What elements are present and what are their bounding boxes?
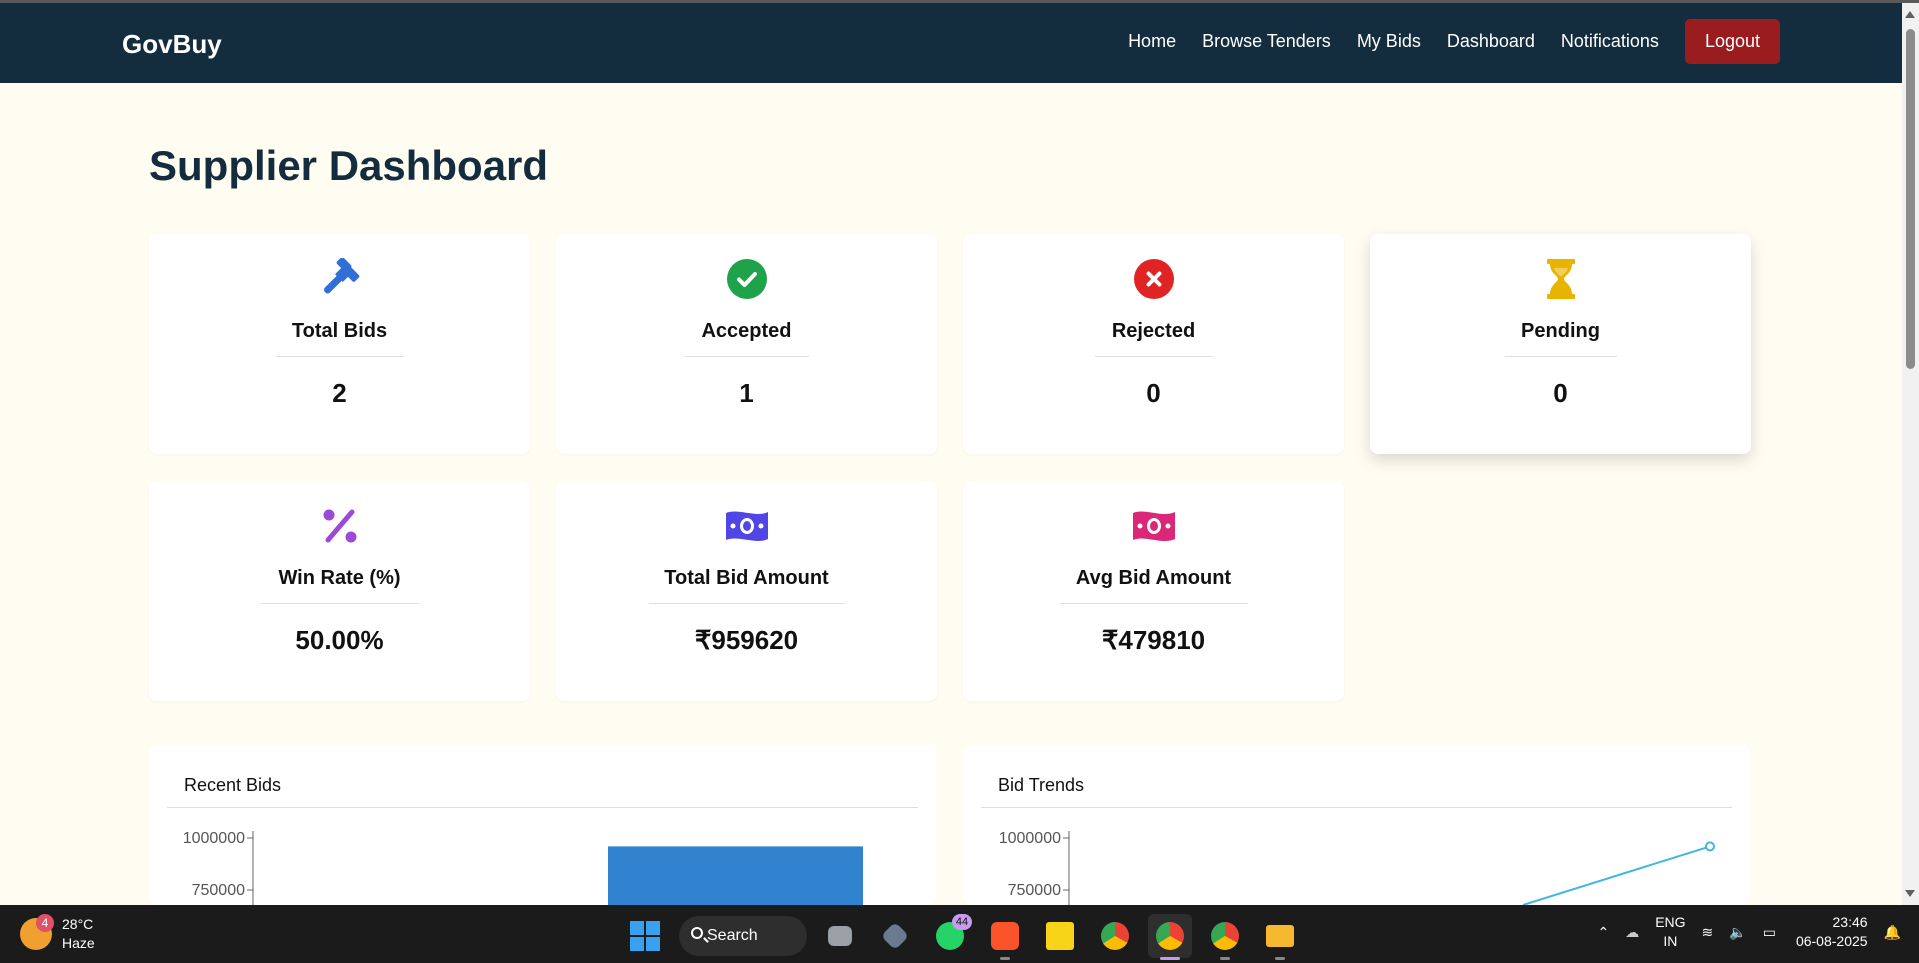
stat-value: 50.00%: [295, 625, 384, 655]
sticky-notes-icon[interactable]: [1038, 914, 1082, 958]
clock-date: 06-08-2025: [1795, 933, 1868, 949]
stat-divider: [1059, 603, 1248, 604]
nav-home[interactable]: Home: [1128, 31, 1176, 52]
language-code: ENG: [1655, 914, 1686, 930]
stat-divider: [684, 356, 809, 357]
weather-haze-icon: 4: [20, 914, 54, 950]
wifi-icon[interactable]: ≋: [1702, 923, 1714, 942]
stat-value: 0: [1146, 378, 1161, 408]
taskbar-apps: Search 44: [625, 914, 1302, 960]
money-bill-icon: [556, 505, 937, 547]
stat-divider: [648, 603, 845, 604]
stat-divider: [1504, 356, 1617, 357]
nav-dashboard[interactable]: Dashboard: [1447, 31, 1535, 52]
chrome-profile-icon[interactable]: [1203, 914, 1247, 960]
nav-my-bids[interactable]: My Bids: [1357, 31, 1421, 52]
stat-label: Rejected: [1111, 320, 1196, 342]
chevron-up-icon[interactable]: ⌃: [1597, 923, 1609, 942]
stat-value: 1: [739, 378, 754, 408]
onedrive-error-icon[interactable]: ☁: [1625, 923, 1639, 942]
y-tick-label: 1000000: [183, 830, 245, 847]
nav-browse-tenders[interactable]: Browse Tenders: [1202, 31, 1331, 52]
system-tray: ⌃ ☁ ENG IN ≋ 🔈 ▭ 23:46 06-08-2025 🔔: [1581, 913, 1901, 951]
stat-divider: [260, 603, 419, 604]
nav-notifications[interactable]: Notifications: [1561, 31, 1659, 52]
file-explorer-icon[interactable]: [1258, 914, 1302, 960]
weather-condition: Haze: [62, 935, 95, 951]
y-tick-label: 750000: [192, 882, 245, 899]
data-point[interactable]: [1705, 841, 1715, 852]
brave-browser-icon[interactable]: [983, 914, 1027, 960]
task-view-icon[interactable]: [818, 914, 862, 958]
scroll-up-arrow-icon[interactable]: [1905, 11, 1915, 18]
stat-card-accepted: Accepted 1: [556, 234, 937, 454]
stat-value: 0: [1553, 378, 1568, 408]
weather-widget[interactable]: 4 28°C Haze: [20, 914, 95, 953]
logout-button[interactable]: Logout: [1684, 19, 1780, 64]
bid-trends-chart-card: Bid Trends 1000000 750000: [963, 745, 1750, 905]
clock-time: 23:46: [1832, 914, 1868, 930]
stat-card-total-bids: Total Bids 2: [149, 234, 530, 454]
check-circle-icon: [556, 258, 937, 300]
bid-trends-chart: 1000000 750000: [999, 830, 1715, 905]
whatsapp-badge: 44: [952, 914, 972, 930]
bar-mark[interactable]: [608, 846, 863, 905]
stat-label: Win Rate (%): [278, 567, 401, 589]
windows-taskbar: 4 28°C Haze Search 44 ⌃ ☁ ENG IN ≋ 🔈 ▭ 2…: [0, 905, 1919, 963]
battery-icon[interactable]: ▭: [1763, 923, 1776, 942]
recent-bids-chart: 1000000 750000: [183, 830, 863, 905]
weather-badge: 4: [36, 914, 54, 932]
search-icon: [691, 927, 703, 939]
stat-divider: [275, 356, 404, 357]
stat-label: Pending: [1521, 320, 1600, 342]
chrome-icon[interactable]: [1093, 914, 1137, 958]
region-code: IN: [1663, 933, 1678, 949]
y-tick-label: 750000: [1008, 882, 1061, 899]
volume-icon[interactable]: 🔈: [1729, 923, 1746, 942]
brand-logo[interactable]: GovBuy: [122, 29, 222, 60]
stat-label: Total Bids: [291, 320, 388, 342]
stat-divider: [1094, 356, 1213, 357]
stat-value: 2: [332, 378, 347, 408]
scroll-thumb[interactable]: [1906, 29, 1915, 369]
stat-card-pending: Pending 0: [1370, 234, 1751, 454]
stat-card-total-bid-amount: Total Bid Amount ₹959620: [556, 481, 937, 701]
page-scrollbar[interactable]: [1902, 3, 1919, 905]
recent-bids-chart-card: Recent Bids 1000000 750000: [149, 745, 936, 905]
stat-label: Avg Bid Amount: [1075, 567, 1232, 589]
trend-line: [1522, 845, 1711, 905]
language-indicator[interactable]: ENG IN: [1655, 913, 1685, 951]
chrome-active-icon[interactable]: [1148, 914, 1192, 960]
weather-temp: 28°C: [62, 916, 94, 932]
stat-card-rejected: Rejected 0: [963, 234, 1344, 454]
nav-links: Home Browse Tenders My Bids Dashboard No…: [1102, 19, 1780, 64]
stat-label: Accepted: [701, 320, 792, 342]
windows-start-icon[interactable]: [625, 916, 665, 956]
y-tick-label: 1000000: [999, 830, 1061, 847]
page-title: Supplier Dashboard: [149, 142, 549, 189]
notification-bell-icon[interactable]: 🔔: [1884, 923, 1901, 942]
stat-value: ₹959620: [694, 625, 799, 655]
scroll-down-arrow-icon[interactable]: [1905, 890, 1915, 897]
percent-icon: [149, 505, 530, 547]
money-bill-icon: [963, 505, 1344, 547]
clock[interactable]: 23:46 06-08-2025: [1796, 913, 1868, 951]
app-hex-icon[interactable]: [873, 914, 917, 958]
x-circle-icon: [963, 258, 1344, 300]
stat-card-win-rate: Win Rate (%) 50.00%: [149, 481, 530, 701]
search-label: Search: [707, 927, 758, 944]
hourglass-icon: [1370, 258, 1751, 300]
stat-label: Total Bid Amount: [664, 567, 829, 589]
stat-card-avg-bid-amount: Avg Bid Amount ₹479810: [963, 481, 1344, 701]
taskbar-search-button[interactable]: Search: [679, 916, 807, 956]
stat-value: ₹479810: [1101, 625, 1206, 655]
gavel-icon: [149, 258, 530, 300]
navbar: GovBuy Home Browse Tenders My Bids Dashb…: [0, 3, 1902, 83]
whatsapp-icon[interactable]: 44: [928, 914, 972, 958]
